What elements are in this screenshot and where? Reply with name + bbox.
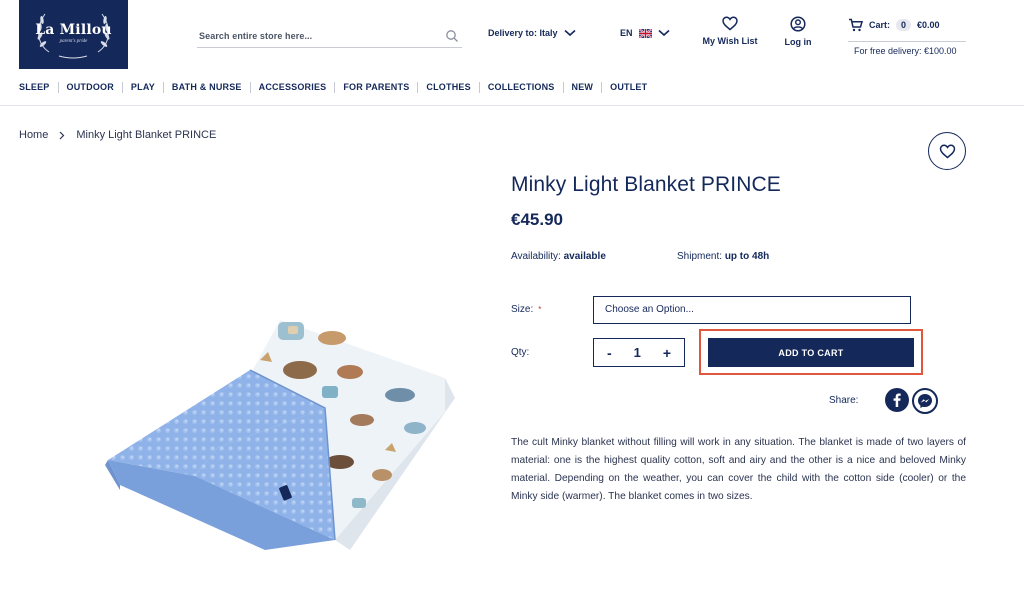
facebook-icon[interactable]: [885, 388, 909, 412]
brand-logo[interactable]: La Millou parent's pride: [19, 0, 128, 69]
size-label-text: Size:: [511, 304, 534, 315]
size-label: Size: *: [511, 304, 541, 315]
size-select[interactable]: Choose an Option...: [593, 296, 911, 324]
shipment-value: up to 48h: [724, 251, 770, 262]
product-title: Minky Light Blanket PRINCE: [511, 173, 781, 196]
availability: Availability: available: [511, 251, 606, 262]
cart-label: Cart:: [869, 20, 891, 30]
breadcrumb: Home Minky Light Blanket PRINCE: [19, 129, 216, 141]
availability-label: Availability:: [511, 251, 561, 262]
shipment: Shipment: up to 48h: [677, 251, 769, 262]
wishlist-link[interactable]: My Wish List: [700, 16, 760, 46]
chevron-right-icon: [59, 131, 65, 139]
breadcrumb-home[interactable]: Home: [19, 129, 48, 141]
nav-item-play[interactable]: PLAY: [121, 82, 163, 93]
user-icon: [790, 16, 806, 32]
chevron-down-icon: [657, 29, 670, 37]
qty-label: Qty:: [511, 347, 530, 358]
nav-item-new[interactable]: NEW: [562, 82, 602, 93]
nav-item-clothes[interactable]: CLOTHES: [417, 82, 478, 93]
breadcrumb-current: Minky Light Blanket PRINCE: [76, 129, 217, 141]
add-to-cart-button[interactable]: ADD TO CART: [708, 338, 914, 367]
nav-item-accessories[interactable]: ACCESSORIES: [249, 82, 335, 93]
wishlist-label: My Wish List: [702, 36, 758, 46]
minicart[interactable]: Cart: 0 €0.00 For free delivery: €100.00: [848, 18, 966, 56]
nav-item-bath-nurse[interactable]: BATH & NURSE: [162, 82, 250, 93]
messenger-icon[interactable]: [912, 388, 938, 414]
main-navigation: SLEEP OUTDOOR PLAY BATH & NURSE ACCESSOR…: [19, 82, 655, 93]
nav-item-for-parents[interactable]: FOR PARENTS: [334, 82, 417, 93]
login-link[interactable]: Log in: [780, 16, 816, 47]
nav-item-outdoor[interactable]: OUTDOOR: [57, 82, 122, 93]
search-placeholder: Search entire store here...: [199, 31, 313, 41]
nav-item-collections[interactable]: COLLECTIONS: [478, 82, 563, 93]
search-input[interactable]: Search entire store here...: [197, 26, 462, 48]
delivery-selector[interactable]: Delivery to: Italy: [488, 28, 576, 38]
qty-increase-button[interactable]: +: [663, 345, 671, 361]
availability-value: available: [563, 251, 606, 262]
search-icon[interactable]: [445, 29, 459, 43]
qty-input[interactable]: 1: [634, 345, 641, 360]
chevron-down-icon: [563, 29, 576, 37]
language-selector[interactable]: EN: [620, 28, 670, 38]
uk-flag-icon: [638, 28, 652, 38]
required-marker: *: [538, 305, 542, 314]
delivery-label: Delivery to: Italy: [488, 28, 558, 38]
quantity-stepper: - 1 +: [593, 338, 685, 367]
product-price: €45.90: [511, 210, 563, 229]
language-code: EN: [620, 28, 633, 38]
heart-icon: [939, 144, 955, 158]
product-description: The cult Minky blanket without filling w…: [511, 437, 966, 502]
nav-item-sleep[interactable]: SLEEP: [19, 82, 58, 93]
shipment-label: Shipment:: [677, 251, 723, 262]
logo-name: La Millou: [35, 21, 112, 38]
nav-item-outlet[interactable]: OUTLET: [601, 82, 655, 93]
share-label: Share:: [829, 395, 859, 406]
qty-decrease-button[interactable]: -: [607, 345, 612, 361]
product-image[interactable]: [100, 300, 470, 550]
login-label: Log in: [784, 37, 812, 47]
cart-count-badge: 0: [896, 19, 912, 31]
heart-icon: [722, 16, 738, 31]
logo-tagline: parent's pride: [59, 38, 88, 44]
cart-icon: [849, 18, 863, 32]
free-delivery-note: For free delivery: €100.00: [848, 41, 966, 56]
cart-total: €0.00: [917, 20, 940, 30]
add-to-wishlist-button[interactable]: [928, 132, 966, 170]
nav-divider: [0, 105, 1024, 106]
